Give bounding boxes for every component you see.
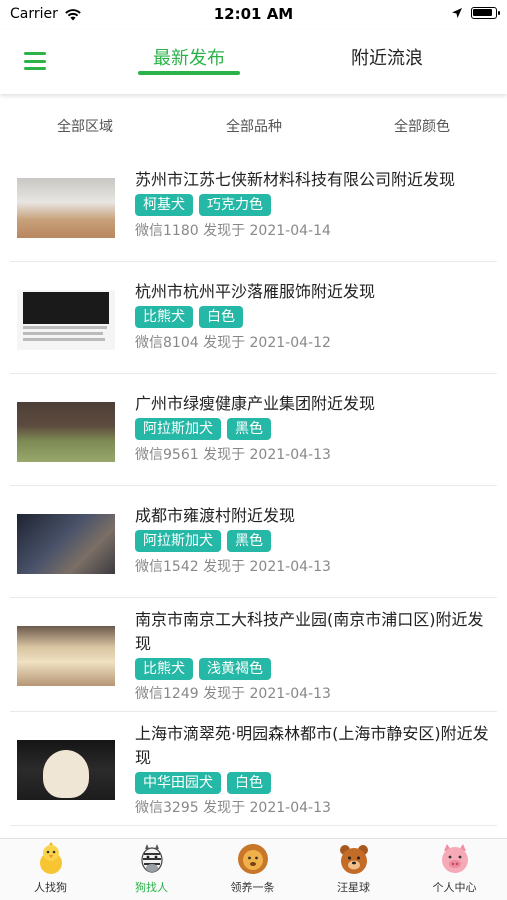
item-title: 杭州市杭州平沙落雁服饰附近发现 [135,282,376,301]
tab-person-find-dog[interactable]: 人找狗 [0,841,101,895]
status-time: 12:01 AM [213,5,294,23]
breed-tag: 中华田园犬 [135,772,221,794]
list-item[interactable]: 成都市雍渡村附近发现 阿拉斯加犬 黑色 微信1542 发现于 2021-04-1… [0,486,507,598]
tab-profile[interactable]: 个人中心 [404,841,505,895]
location-arrow-icon [452,8,462,18]
tab-label: 狗找人 [135,881,168,894]
list-item[interactable]: 广州市绿瘦健康产业集团附近发现 阿拉斯加犬 黑色 微信9561 发现于 2021… [0,374,507,486]
item-tags: 柯基犬 巧克力色 [135,194,271,216]
dog-photo [17,626,115,686]
divider [10,825,497,826]
list-item[interactable]: 上海市滴翠苑·明园森林都市(上海市静安区)附近发现 中华田园犬 白色 微信329… [0,712,507,826]
tab-dog-find-person[interactable]: 狗找人 [101,841,202,895]
tab-dog-planet[interactable]: 汪星球 [303,841,404,895]
list-item[interactable]: 苏州市江苏七侠新材料科技有限公司附近发现 柯基犬 巧克力色 微信1180 发现于… [0,152,507,262]
chick-icon [39,842,62,874]
bear-icon [339,845,368,874]
pig-icon [441,844,468,873]
breed-tag: 柯基犬 [135,194,193,216]
bottom-tab-bar: 人找狗 狗找人 领养一条 汪星球 个人中心 [0,838,507,900]
item-title: 苏州市江苏七侠新材料科技有限公司附近发现 [135,170,456,189]
color-tag: 黑色 [227,418,271,440]
active-tab-indicator [138,71,240,75]
breed-tag: 阿拉斯加犬 [135,530,221,552]
item-tags: 比熊犬 白色 [135,306,243,328]
zebra-icon [140,844,163,873]
item-meta: 微信3295 发现于 2021-04-13 [135,800,331,816]
breed-tag: 比熊犬 [135,306,193,328]
dog-photo [17,402,115,462]
breed-tag: 比熊犬 [135,658,193,680]
status-bar: Carrier 12:01 AM [0,0,507,30]
color-tag: 白色 [227,772,271,794]
item-tags: 比熊犬 浅黄褐色 [135,658,271,680]
filter-color[interactable]: 全部颜色 [352,116,492,136]
item-tags: 阿拉斯加犬 黑色 [135,530,271,552]
filter-area[interactable]: 全部区域 [15,116,155,136]
lion-icon [237,844,268,874]
breed-tag: 阿拉斯加犬 [135,418,221,440]
item-meta: 微信1542 发现于 2021-04-13 [135,559,331,575]
color-tag: 白色 [199,306,243,328]
list-item[interactable]: 南京市南京工大科技产业园(南京市浦口区)附近发现 比熊犬 浅黄褐色 微信1249… [0,598,507,712]
item-meta: 微信9561 发现于 2021-04-13 [135,447,331,463]
filter-bar: 全部区域 全部品种 全部颜色 [0,96,507,152]
filter-breed[interactable]: 全部品种 [184,116,324,136]
tab-label: 人找狗 [34,881,67,894]
tab-latest[interactable]: 最新发布 [138,44,240,70]
dog-photo [17,290,115,350]
item-title: 广州市绿瘦健康产业集团附近发现 [135,394,376,413]
item-title: 成都市雍渡村附近发现 [135,506,296,525]
list-item[interactable]: 杭州市杭州平沙落雁服饰附近发现 比熊犬 白色 微信8104 发现于 2021-0… [0,262,507,374]
status-right [451,7,500,19]
dog-photo [17,178,115,238]
color-tag: 巧克力色 [199,194,271,216]
item-meta: 微信1180 发现于 2021-04-14 [135,223,331,239]
nav-bar: 最新发布 附近流浪 [0,30,507,94]
color-tag: 浅黄褐色 [199,658,271,680]
item-title: 上海市滴翠苑·明园森林都市(上海市静安区)附近发现 [135,724,489,767]
battery-icon [471,7,500,19]
item-meta: 微信8104 发现于 2021-04-12 [135,335,331,351]
item-tags: 中华田园犬 白色 [135,772,271,794]
tab-label: 个人中心 [432,881,477,894]
dog-photo [17,740,115,800]
tab-adopt[interactable]: 领养一条 [202,841,303,895]
menu-icon[interactable] [24,52,46,70]
tab-nearby-stray[interactable]: 附近流浪 [336,44,438,70]
item-meta: 微信1249 发现于 2021-04-13 [135,686,331,702]
item-tags: 阿拉斯加犬 黑色 [135,418,271,440]
tab-label: 汪星球 [337,881,370,894]
color-tag: 黑色 [227,530,271,552]
item-title: 南京市南京工大科技产业园(南京市浦口区)附近发现 [135,610,484,653]
dog-photo [17,514,115,574]
tab-label: 领养一条 [230,881,275,894]
